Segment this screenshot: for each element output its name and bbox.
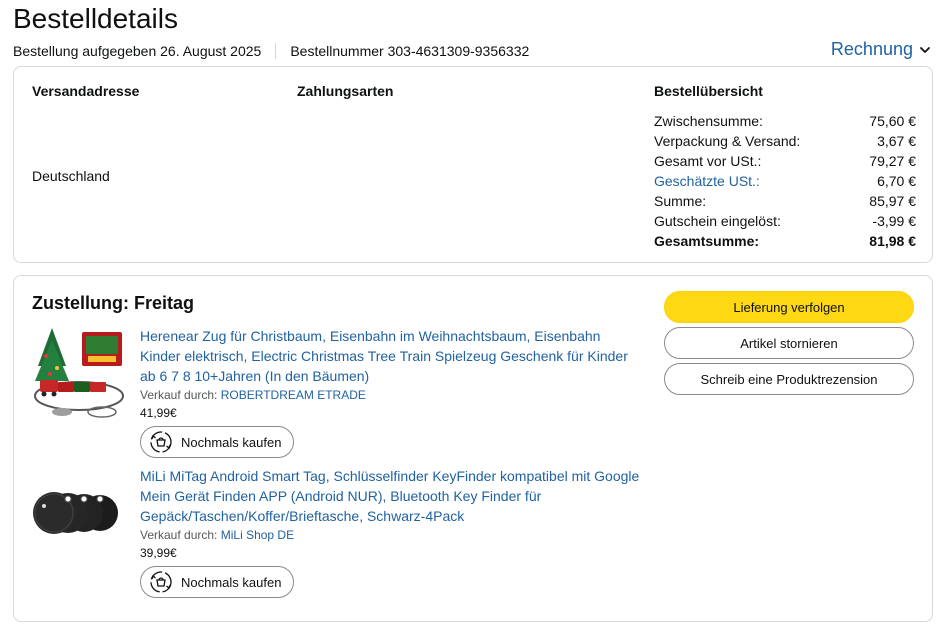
list-item: MiLi MiTag Android Smart Tag, Schlüsself…	[32, 466, 642, 606]
totals-label: Summe:	[654, 193, 707, 209]
write-review-button[interactable]: Schreib eine Produktrezension	[664, 363, 914, 395]
totals-value: 75,60 €	[869, 113, 916, 129]
totals-value: 85,97 €	[869, 193, 916, 209]
item-title-link[interactable]: Herenear Zug für Christbaum, Eisenbahn i…	[140, 326, 640, 386]
order-meta: Bestellung aufgegeben 26. August 2025 Be…	[13, 43, 529, 59]
totals-value: 81,98 €	[869, 233, 916, 249]
item-title-link[interactable]: MiLi MiTag Android Smart Tag, Schlüsself…	[140, 466, 640, 526]
item-details: MiLi MiTag Android Smart Tag, Schlüsself…	[140, 466, 640, 599]
chevron-down-icon	[920, 46, 930, 53]
seller-prefix: Verkauf durch:	[140, 528, 218, 542]
totals-label: Gesamtsumme:	[654, 233, 760, 249]
totals-row-shipping: Verpackung & Versand: 3,67 €	[654, 131, 916, 151]
totals-label: Gutschein eingelöst:	[654, 213, 781, 229]
list-item: Herenear Zug für Christbaum, Eisenbahn i…	[32, 326, 642, 466]
order-number: Bestellnummer 303-4631309-9356332	[290, 43, 530, 59]
page-title: Bestelldetails	[13, 3, 178, 34]
buy-again-label: Nochmals kaufen	[181, 434, 282, 450]
item-price: 39,99€	[140, 546, 177, 560]
product-image-train[interactable]	[32, 326, 127, 421]
item-details: Herenear Zug für Christbaum, Eisenbahn i…	[140, 326, 640, 459]
delivery-actions: Lieferung verfolgen Artikel stornieren S…	[664, 291, 914, 399]
invoice-label: Rechnung	[830, 39, 913, 59]
item-seller: Verkauf durch: MiLi Shop DE	[140, 528, 640, 542]
totals-value: 3,67 €	[877, 133, 916, 149]
cancel-items-button[interactable]: Artikel stornieren	[664, 327, 914, 359]
totals-label: Verpackung & Versand:	[654, 133, 801, 149]
totals-value: 6,70 €	[877, 173, 916, 189]
totals-row-grand-total: Gesamtsumme: 81,98 €	[654, 231, 916, 251]
totals-row-sum: Summe: 85,97 €	[654, 191, 916, 211]
totals-label: Gesamt vor USt.:	[654, 153, 762, 169]
delivery-status-title: Zustellung: Freitag	[32, 293, 194, 313]
delivery-card: Zustellung: Freitag Herenear Zug für Chr…	[13, 275, 933, 622]
track-package-button[interactable]: Lieferung verfolgen	[664, 291, 914, 323]
shipping-address-heading: Versandadresse	[32, 83, 140, 99]
invoice-dropdown[interactable]: Rechnung	[831, 39, 931, 60]
seller-link[interactable]: MiLi Shop DE	[221, 528, 294, 542]
order-date: Bestellung aufgegeben 26. August 2025	[13, 43, 262, 59]
order-overview-heading: Bestellübersicht	[654, 83, 763, 99]
buy-again-button[interactable]: Nochmals kaufen	[140, 426, 295, 458]
order-summary-card: Versandadresse Zahlungsarten Bestellüber…	[13, 66, 933, 263]
seller-link[interactable]: ROBERTDREAM ETRADE	[221, 388, 366, 402]
rebuy-cycle-icon	[150, 571, 172, 593]
buy-again-button[interactable]: Nochmals kaufen	[140, 566, 295, 598]
address-country: Deutschland	[32, 168, 110, 184]
item-seller: Verkauf durch: ROBERTDREAM ETRADE	[140, 388, 640, 402]
totals-value: 79,27 €	[869, 153, 916, 169]
totals-list: Zwischensumme: 75,60 € Verpackung & Vers…	[654, 111, 916, 251]
rebuy-cycle-icon	[150, 431, 172, 453]
buy-again-label: Nochmals kaufen	[181, 574, 282, 590]
totals-row-subtotal: Zwischensumme: 75,60 €	[654, 111, 916, 131]
estimated-tax-link[interactable]: Geschätzte USt.:	[654, 171, 760, 191]
seller-prefix: Verkauf durch:	[140, 388, 218, 402]
totals-row-before-tax: Gesamt vor USt.: 79,27 €	[654, 151, 916, 171]
payment-methods-heading: Zahlungsarten	[297, 83, 394, 99]
totals-row-voucher: Gutschein eingelöst: -3,99 €	[654, 211, 916, 231]
item-price: 41,99€	[140, 406, 177, 420]
meta-divider	[275, 43, 277, 59]
totals-value: -3,99 €	[872, 213, 916, 229]
product-image-smart-tag[interactable]	[32, 466, 127, 561]
totals-label: Zwischensumme:	[654, 113, 763, 129]
totals-row-estimated-tax: Geschätzte USt.: 6,70 €	[654, 171, 916, 191]
